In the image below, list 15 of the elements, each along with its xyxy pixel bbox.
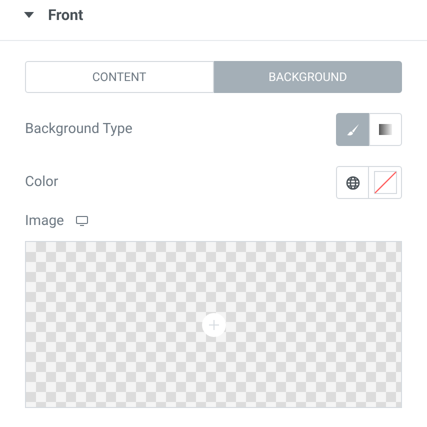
type-option-button[interactable]: [369, 113, 402, 146]
tab[interactable]: CONTENT: [25, 61, 214, 93]
color-swatch-button[interactable]: [369, 166, 402, 199]
brush-icon: [346, 122, 360, 136]
no-color-icon: [374, 171, 396, 194]
section-title: Front: [48, 4, 84, 26]
desktop-icon[interactable]: [76, 216, 88, 226]
field-label: Background Type: [25, 120, 132, 139]
field-label: Color: [25, 173, 58, 192]
field-label: Image: [25, 212, 64, 230]
caret-icon[interactable]: [24, 12, 34, 18]
plus-icon: [202, 312, 226, 336]
gradient-icon: [379, 124, 392, 135]
globe-button[interactable]: [336, 166, 369, 199]
globe-icon: [346, 176, 360, 190]
